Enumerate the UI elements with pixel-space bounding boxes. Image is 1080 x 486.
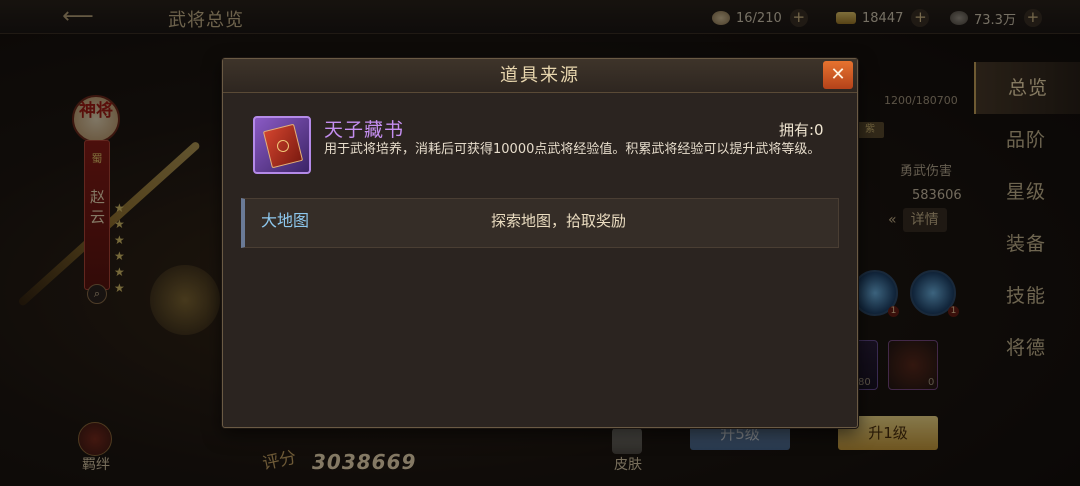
owned-count: 拥有:0 xyxy=(779,121,824,139)
dialog-header: 道具来源 ✕ xyxy=(223,59,857,93)
source-name[interactable]: 大地图 xyxy=(261,199,309,247)
source-description: 探索地图，拾取奖励 xyxy=(491,212,627,230)
book-item-icon xyxy=(253,116,311,174)
close-icon: ✕ xyxy=(830,64,846,85)
book-emblem xyxy=(275,138,291,154)
book-icon xyxy=(262,123,304,169)
dialog-title: 道具来源 xyxy=(500,65,580,86)
close-button[interactable]: ✕ xyxy=(823,61,853,89)
source-row-world-map[interactable]: 大地图 探索地图，拾取奖励 xyxy=(241,198,839,248)
item-name: 天子藏书 xyxy=(324,119,405,141)
item-description: 用于武将培养，消耗后可获得10000点武将经验值。积累武将经验可以提升武将等级。 xyxy=(324,142,821,157)
item-source-dialog: 道具来源 ✕ 天子藏书 拥有:0 用于武将培养，消耗后可获得10000点武将经验… xyxy=(222,58,858,428)
